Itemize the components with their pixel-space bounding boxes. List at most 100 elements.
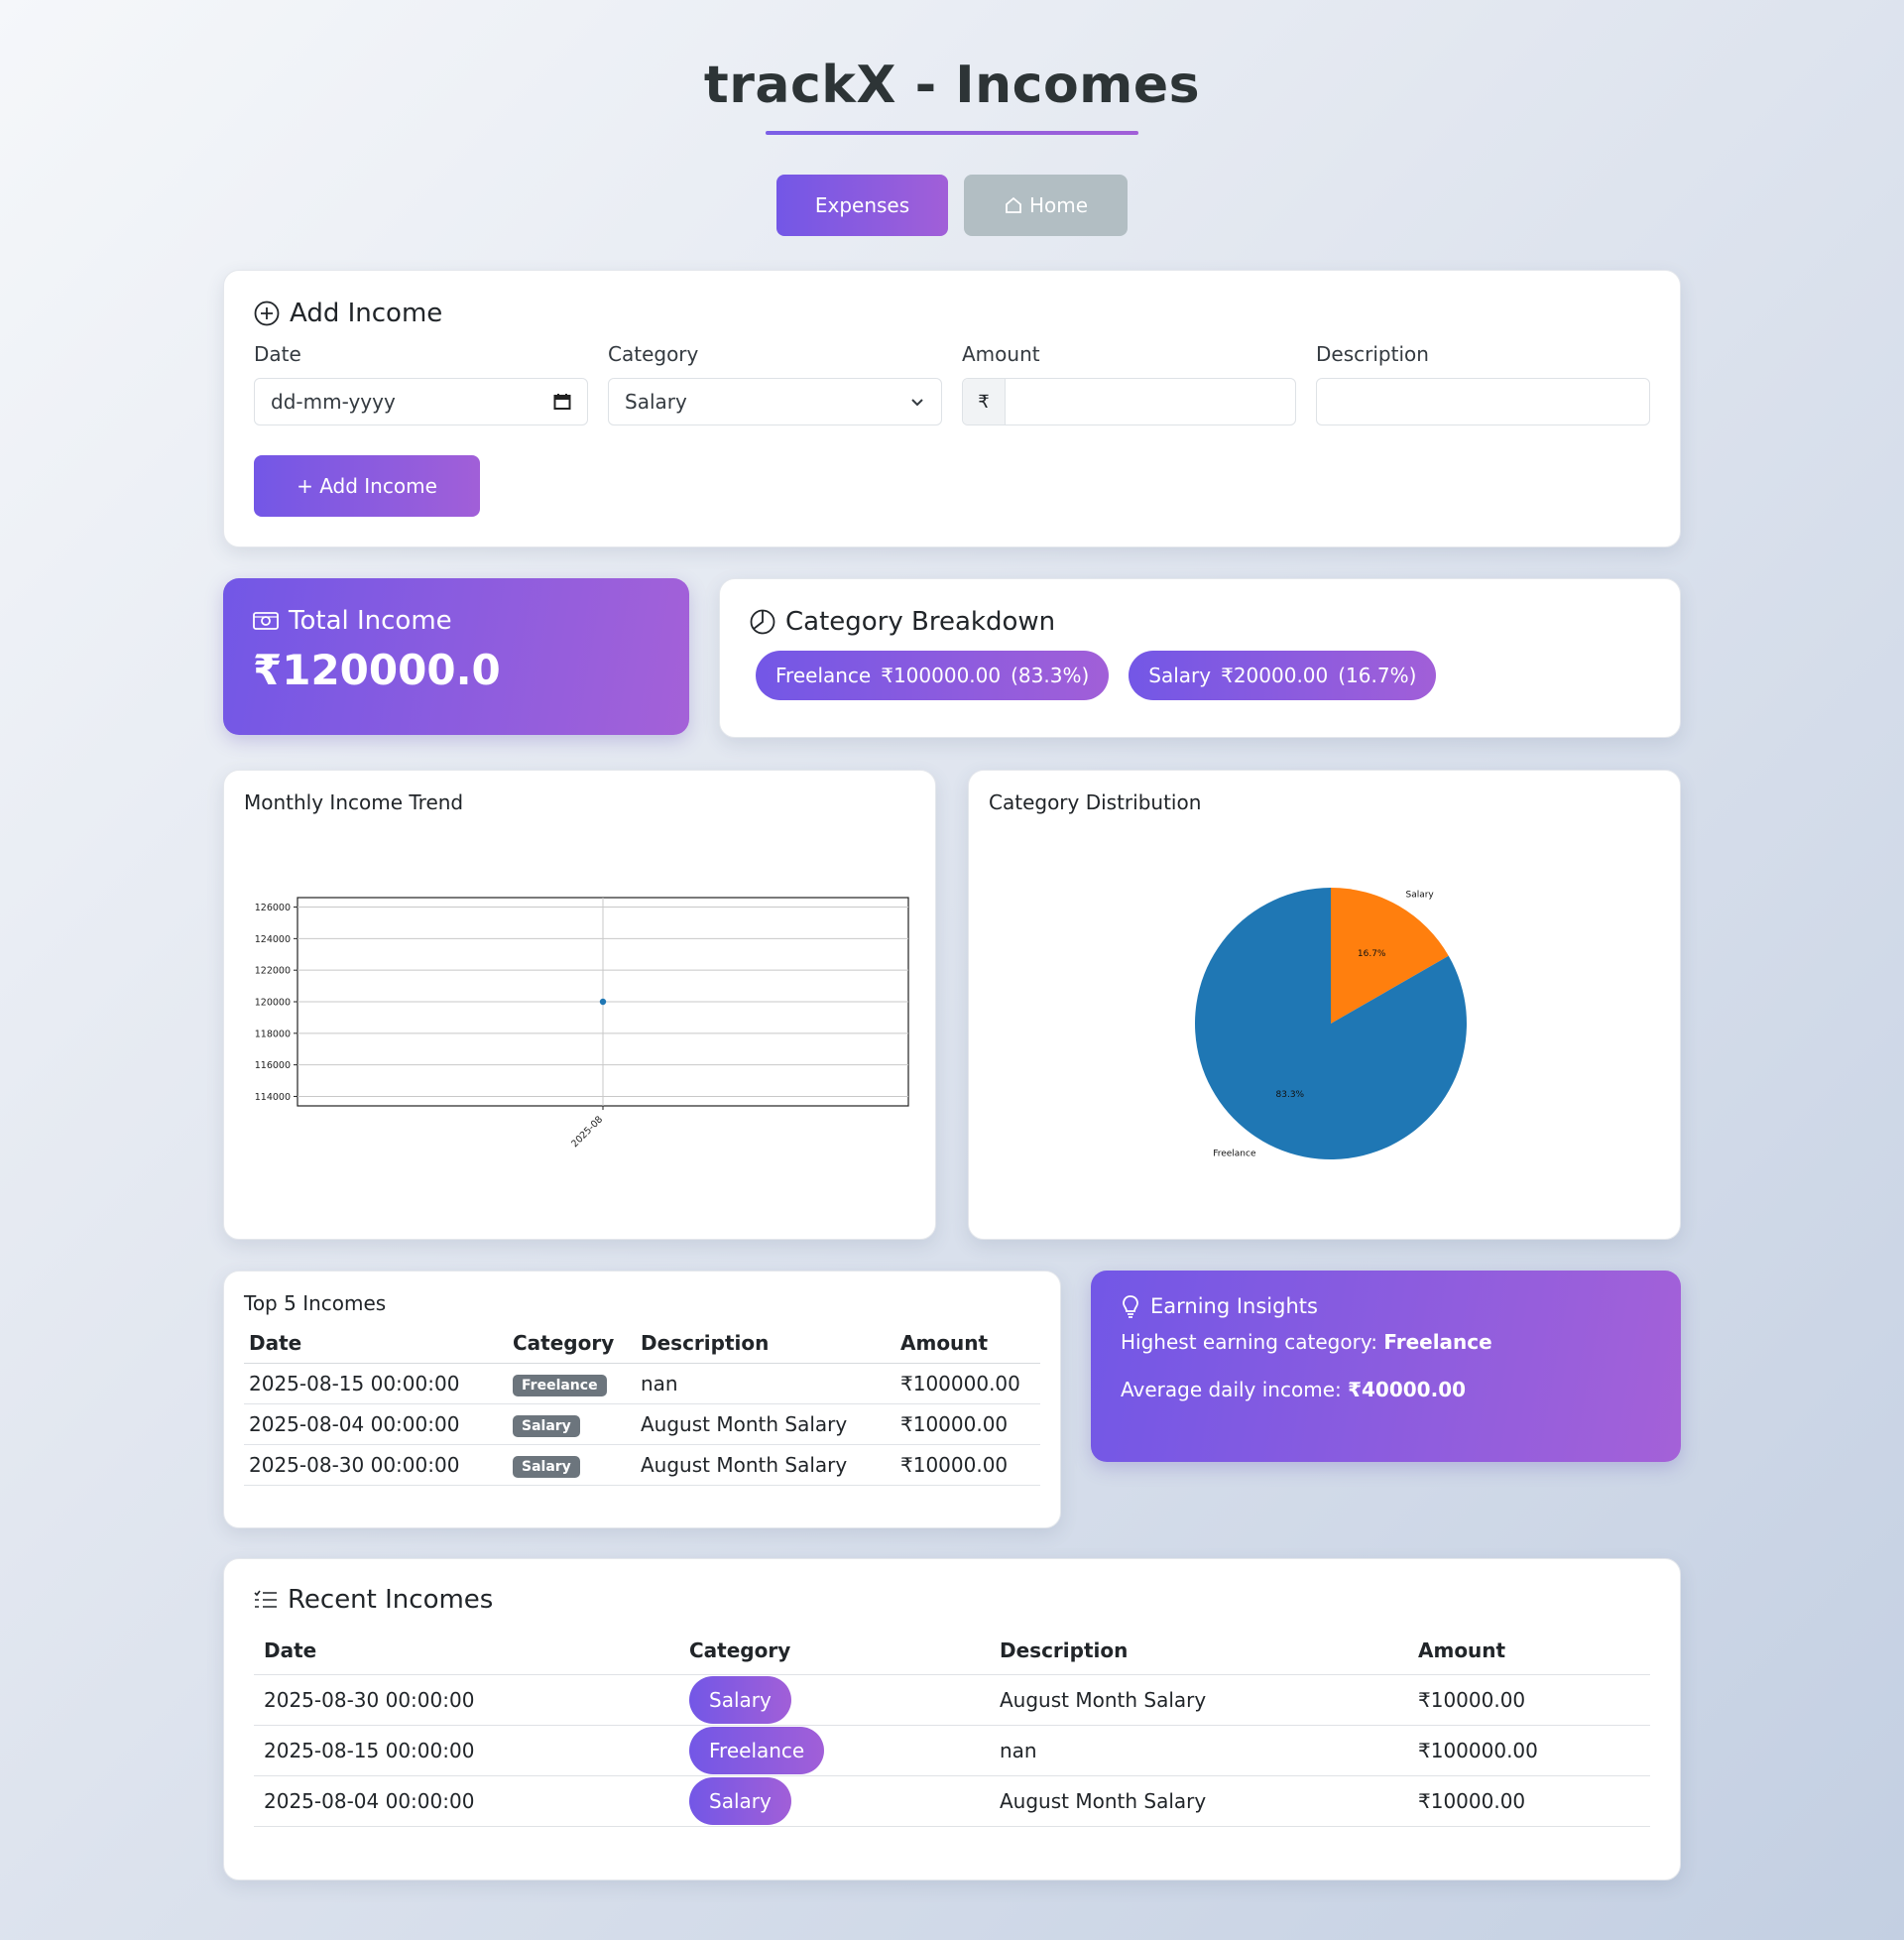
house-icon [1006, 196, 1021, 213]
y-tick-label: 122000 [255, 966, 291, 977]
description-field[interactable] [1316, 378, 1650, 425]
currency-prefix: ₹ [963, 379, 1006, 424]
cell-date: 2025-08-04 00:00:00 [244, 1403, 508, 1445]
category-label: Category [608, 342, 699, 366]
cell-amount: ₹10000.00 [1408, 1775, 1650, 1827]
pie-chart-icon [750, 609, 775, 635]
table-row: 2025-08-15 00:00:00 Freelance nan ₹10000… [244, 1363, 1040, 1404]
category-distribution-card: Category Distribution 16.7% Salary 83.3% Fr… [968, 770, 1681, 1240]
date-field[interactable]: dd-mm-yyyy [254, 378, 588, 425]
x-tick-label: 2025-08 [569, 1114, 605, 1150]
plus-circle-icon [254, 301, 280, 326]
recent-incomes-card: Recent Incomes Date Category Description… [223, 1558, 1681, 1880]
column-header-category: Category [679, 1627, 990, 1675]
recent-incomes-table: Date Category Description Amount 2025-08… [254, 1627, 1650, 1827]
cell-date: 2025-08-30 00:00:00 [254, 1674, 679, 1726]
amount-label: Amount [962, 342, 1040, 366]
column-header-amount: Amount [1408, 1627, 1650, 1675]
category-pie-chart: 16.7% Salary 83.3% Freelance [1195, 888, 1467, 1159]
column-header-amount: Amount [895, 1323, 1040, 1364]
cell-amount: ₹10000.00 [895, 1444, 1040, 1486]
cell-description: nan [636, 1363, 895, 1404]
title-underline [766, 131, 1138, 135]
column-header-description: Description [990, 1627, 1408, 1675]
add-income-button[interactable]: + Add Income [254, 455, 480, 517]
list-icon [254, 1590, 277, 1608]
pie-percent-label: 83.3% [1276, 1090, 1305, 1100]
add-income-title: Add Income [254, 299, 1650, 328]
insight-highest: Highest earning category: Freelance [1121, 1330, 1651, 1354]
insight-average-label: Average daily income: [1121, 1378, 1342, 1401]
description-label: Description [1316, 342, 1429, 366]
cash-icon [253, 612, 279, 630]
expenses-button[interactable]: Expenses [776, 175, 948, 236]
breakdown-name: Salary [1148, 664, 1212, 687]
category-badge: Salary [513, 1455, 580, 1478]
data-point [599, 998, 607, 1006]
cell-amount: ₹100000.00 [895, 1363, 1040, 1404]
calendar-icon[interactable] [553, 393, 571, 411]
category-breakdown-card: Category Breakdown Freelance ₹100000.00 … [719, 578, 1681, 738]
y-tick-label: 126000 [255, 903, 291, 913]
cell-description: August Month Salary [990, 1674, 1408, 1726]
amount-field[interactable] [1006, 379, 1295, 424]
cell-date: 2025-08-04 00:00:00 [254, 1775, 679, 1827]
table-row: 2025-08-30 00:00:00 Salary August Month … [244, 1444, 1040, 1486]
breakdown-pill-freelance: Freelance ₹100000.00 (83.3%) [756, 651, 1110, 700]
home-button-label: Home [1028, 193, 1089, 217]
amount-input-group: ₹ [962, 378, 1296, 425]
insight-average-value: ₹40000.00 [1348, 1378, 1467, 1401]
page: trackX - Incomes Expenses Home [223, 0, 1681, 236]
top5-table: Date Category Description Amount 2025-08… [244, 1323, 1040, 1486]
total-income-card: Total Income ₹120000.0 [223, 578, 689, 735]
cell-date: 2025-08-30 00:00:00 [244, 1444, 508, 1486]
breakdown-pills: Freelance ₹100000.00 (83.3%) Salary ₹200… [750, 651, 1650, 700]
breakdown-percent: (16.7%) [1338, 664, 1417, 687]
breakdown-amount: ₹20000.00 [1221, 664, 1329, 687]
table-header-row: Date Category Description Amount [244, 1323, 1040, 1364]
monthly-trend-card: Monthly Income Trend 114000 116000 118000 1… [223, 770, 936, 1240]
monthly-trend-chart: 114000 116000 118000 120000 122000 124000 1260… [255, 897, 909, 1150]
breakdown-percent: (83.3%) [1011, 664, 1090, 687]
category-badge: Salary [689, 1776, 791, 1825]
cell-description: nan [990, 1725, 1408, 1776]
insight-average: Average daily income: ₹40000.00 [1121, 1378, 1651, 1401]
table-row: 2025-08-15 00:00:00 Freelance nan ₹10000… [254, 1725, 1650, 1776]
category-breakdown-title-text: Category Breakdown [785, 607, 1056, 637]
pie-category-label: Salary [1405, 891, 1434, 901]
insights-title: Earning Insights [1150, 1294, 1318, 1318]
chevron-down-icon [911, 399, 923, 407]
cell-date: 2025-08-15 00:00:00 [254, 1725, 679, 1776]
category-breakdown-title: Category Breakdown [750, 607, 1650, 637]
table-row: 2025-08-04 00:00:00 Salary August Month … [244, 1403, 1040, 1445]
total-income-header: Total Income [253, 606, 659, 636]
category-badge: Salary [689, 1675, 791, 1724]
category-badge: Freelance [513, 1374, 607, 1396]
pie-category-label: Freelance [1213, 1149, 1256, 1158]
cell-description: August Month Salary [990, 1775, 1408, 1827]
page-title: trackX - Incomes [703, 56, 1201, 115]
breakdown-pill-salary: Salary ₹20000.00 (16.7%) [1129, 651, 1437, 700]
earning-insights-card: Earning Insights Highest earning categor… [1091, 1271, 1681, 1462]
top5-title: Top 5 Incomes [244, 1291, 387, 1315]
cell-amount: ₹10000.00 [895, 1403, 1040, 1445]
insight-highest-value: Freelance [1383, 1330, 1492, 1354]
column-header-description: Description [636, 1323, 895, 1364]
y-tick-label: 118000 [255, 1029, 291, 1039]
category-badge: Salary [513, 1414, 580, 1437]
y-tick-label: 124000 [255, 934, 291, 945]
top5-incomes-card: Top 5 Incomes Date Category Description … [223, 1271, 1061, 1528]
add-income-card: Add Income Date dd-mm-yyyy Category Sala… [223, 270, 1681, 547]
date-placeholder: dd-mm-yyyy [271, 390, 396, 414]
home-button[interactable]: Home [964, 175, 1128, 236]
y-tick-label: 116000 [255, 1060, 291, 1071]
column-header-date: Date [244, 1323, 508, 1364]
cell-amount: ₹10000.00 [1408, 1674, 1650, 1726]
category-select[interactable]: Salary [608, 378, 942, 425]
table-row: 2025-08-30 00:00:00 Salary August Month … [254, 1674, 1650, 1726]
breakdown-amount: ₹100000.00 [881, 664, 1002, 687]
cell-description: August Month Salary [636, 1403, 895, 1445]
y-tick-label: 120000 [255, 998, 291, 1009]
insight-highest-label: Highest earning category: [1121, 1330, 1377, 1354]
breakdown-name: Freelance [775, 664, 872, 687]
